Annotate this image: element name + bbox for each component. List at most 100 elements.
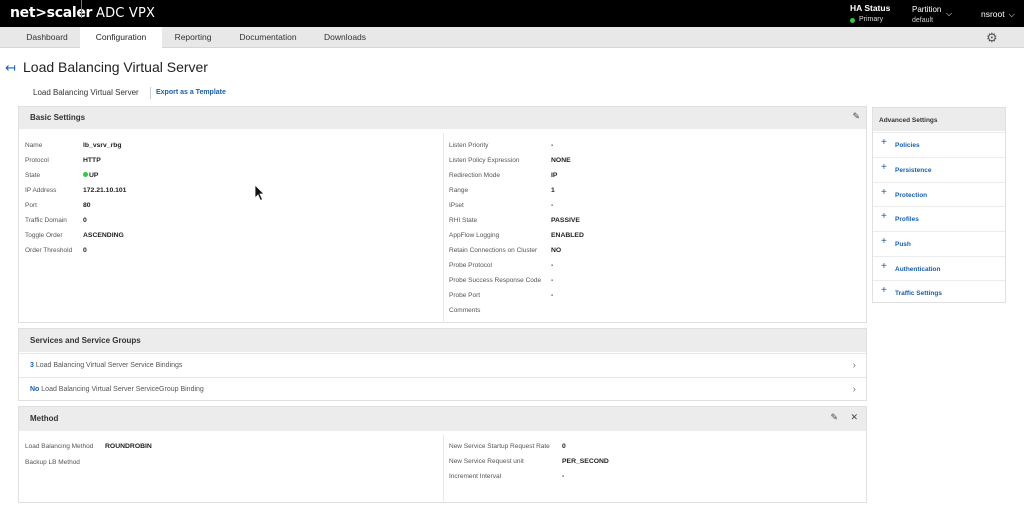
field-redirection-mode: Redirection Mode IP	[449, 172, 557, 179]
partition-value: default	[912, 17, 934, 24]
field-probe-protocol: Probe Protocol -	[449, 262, 553, 269]
chevron-down-icon: ⌵	[1008, 10, 1015, 19]
advanced-item-push[interactable]: + Push	[873, 231, 1005, 256]
advanced-settings-panel: Advanced Settings + Policies + Persistence…	[872, 107, 1006, 303]
method-title: Method	[19, 407, 866, 431]
advanced-item-label: Protection	[895, 192, 928, 199]
field-value: HTTP	[83, 157, 101, 164]
pencil-icon[interactable]: ✎	[852, 111, 860, 122]
field-label: Comments	[449, 307, 481, 314]
tab-downloads[interactable]: Downloads	[312, 27, 378, 48]
advanced-item-traffic-settings[interactable]: + Traffic Settings	[873, 280, 1005, 305]
plus-icon: +	[881, 162, 887, 173]
breadcrumb: Load Balancing Virtual Server	[33, 88, 139, 97]
field-value: PER_SECOND	[562, 458, 609, 465]
plus-icon: +	[881, 236, 887, 247]
field-label: Protocol	[25, 157, 49, 164]
field-value: ROUNDROBIN	[105, 443, 152, 450]
field-value: -	[551, 262, 554, 269]
field-startup-rate: New Service Startup Request Rate 0	[449, 443, 566, 450]
field-label: Port	[25, 202, 37, 209]
breadcrumb-divider	[150, 87, 151, 99]
user-menu[interactable]: nsroot ⌵	[981, 9, 1015, 20]
field-value: ENABLED	[551, 232, 584, 239]
field-label: Backup LB Method	[25, 459, 80, 466]
field-value: -	[551, 202, 554, 209]
field-label: Name	[25, 142, 43, 149]
tab-documentation[interactable]: Documentation	[226, 27, 310, 48]
advanced-item-label: Profiles	[895, 216, 919, 223]
field-value: lb_vsrv_rbg	[83, 142, 122, 149]
field-label: Listen Priority	[449, 142, 489, 149]
field-lb-method: Load Balancing Method ROUNDROBIN	[25, 443, 152, 450]
tab-dashboard[interactable]: Dashboard	[14, 27, 80, 48]
field-label: Probe Protocol	[449, 262, 492, 269]
advanced-item-label: Authentication	[895, 266, 941, 273]
chevron-right-icon: ›	[852, 360, 856, 371]
advanced-item-persistence[interactable]: + Persistence	[873, 157, 1005, 182]
field-value: -	[551, 277, 554, 284]
advanced-item-label: Policies	[895, 142, 920, 149]
basic-settings-title: Basic Settings	[19, 107, 866, 129]
field-listen-priority: Listen Priority -	[449, 142, 553, 149]
field-label: Retain Connections on Cluster	[449, 247, 538, 254]
mouse-cursor-icon	[254, 184, 265, 202]
field-label: New Service Request unit	[449, 458, 524, 465]
tab-reporting[interactable]: Reporting	[162, 27, 224, 48]
field-label: State	[25, 172, 41, 179]
field-name: Name lb_vsrv_rbg	[25, 142, 122, 149]
field-ip-address: IP Address 172.21.10.101	[25, 187, 126, 194]
advanced-settings-title: Advanced Settings	[873, 108, 1005, 131]
advanced-item-profiles[interactable]: + Profiles	[873, 206, 1005, 231]
ha-status[interactable]: HA Status Primary	[850, 3, 890, 25]
field-value: UP	[89, 172, 99, 179]
field-listen-policy: Listen Policy Expression NONE	[449, 157, 571, 164]
advanced-item-protection[interactable]: + Protection	[873, 182, 1005, 207]
advanced-item-authentication[interactable]: + Authentication	[873, 256, 1005, 281]
logo-divider	[81, 0, 82, 18]
status-dot-icon	[850, 17, 855, 23]
field-value: 80	[83, 202, 91, 209]
chevron-right-icon: ›	[852, 384, 856, 395]
field-label: Range	[449, 187, 469, 194]
advanced-item-policies[interactable]: + Policies	[873, 132, 1005, 157]
plus-icon: +	[881, 137, 887, 148]
servicegroup-bindings-row[interactable]: No Load Balancing Virtual Server Service…	[19, 377, 866, 401]
partition-selector[interactable]: Partition default ⌵	[912, 5, 952, 24]
close-icon[interactable]: ✕	[850, 412, 858, 423]
field-order-threshold: Order Threshold 0	[25, 247, 87, 254]
field-probe-port: Probe Port -	[449, 292, 553, 299]
main-nav: Dashboard Configuration Reporting Docume…	[0, 27, 1024, 48]
ha-status-title: HA Status	[850, 3, 891, 13]
field-value: NONE	[551, 157, 571, 164]
pencil-icon[interactable]: ✎	[830, 412, 838, 423]
service-bindings-row[interactable]: 3 Load Balancing Virtual Server Service …	[19, 353, 866, 377]
gear-icon[interactable]: ⚙	[986, 30, 998, 46]
column-divider	[443, 133, 444, 323]
field-value: -	[551, 292, 554, 299]
ha-status-value: Primary	[859, 16, 884, 23]
tab-configuration[interactable]: Configuration	[80, 27, 162, 48]
field-port: Port 80	[25, 202, 91, 209]
basic-settings-panel: Basic Settings ✎ Name lb_vsrv_rbg Protoco…	[18, 106, 867, 323]
field-label: AppFlow Logging	[449, 232, 500, 239]
field-label: Load Balancing Method	[25, 443, 94, 450]
field-value: IP	[551, 172, 558, 179]
field-value: 0	[83, 247, 87, 254]
page-title: Load Balancing Virtual Server	[23, 59, 208, 75]
field-label: Traffic Domain	[25, 217, 67, 224]
back-arrow-icon[interactable]: ↤	[5, 60, 16, 76]
field-label: Toggle Order	[25, 232, 63, 239]
field-label: Redirection Mode	[449, 172, 500, 179]
binding-count: No	[30, 386, 40, 393]
field-label: IP Address	[25, 187, 57, 194]
field-label: Probe Success Response Code	[449, 277, 542, 284]
ha-status-indicator: Primary	[850, 15, 890, 25]
binding-label: Load Balancing Virtual Server Service Bi…	[33, 362, 183, 369]
field-ipset: IPset -	[449, 202, 553, 209]
method-panel: Method ✎ ✕ Load Balancing Method ROUNDROB…	[18, 406, 867, 503]
binding-label: Load Balancing Virtual Server ServiceGro…	[39, 386, 204, 393]
field-value: 1	[551, 187, 555, 194]
field-label: IPset	[449, 202, 464, 209]
export-template-link[interactable]: Export as a Template	[156, 89, 226, 96]
